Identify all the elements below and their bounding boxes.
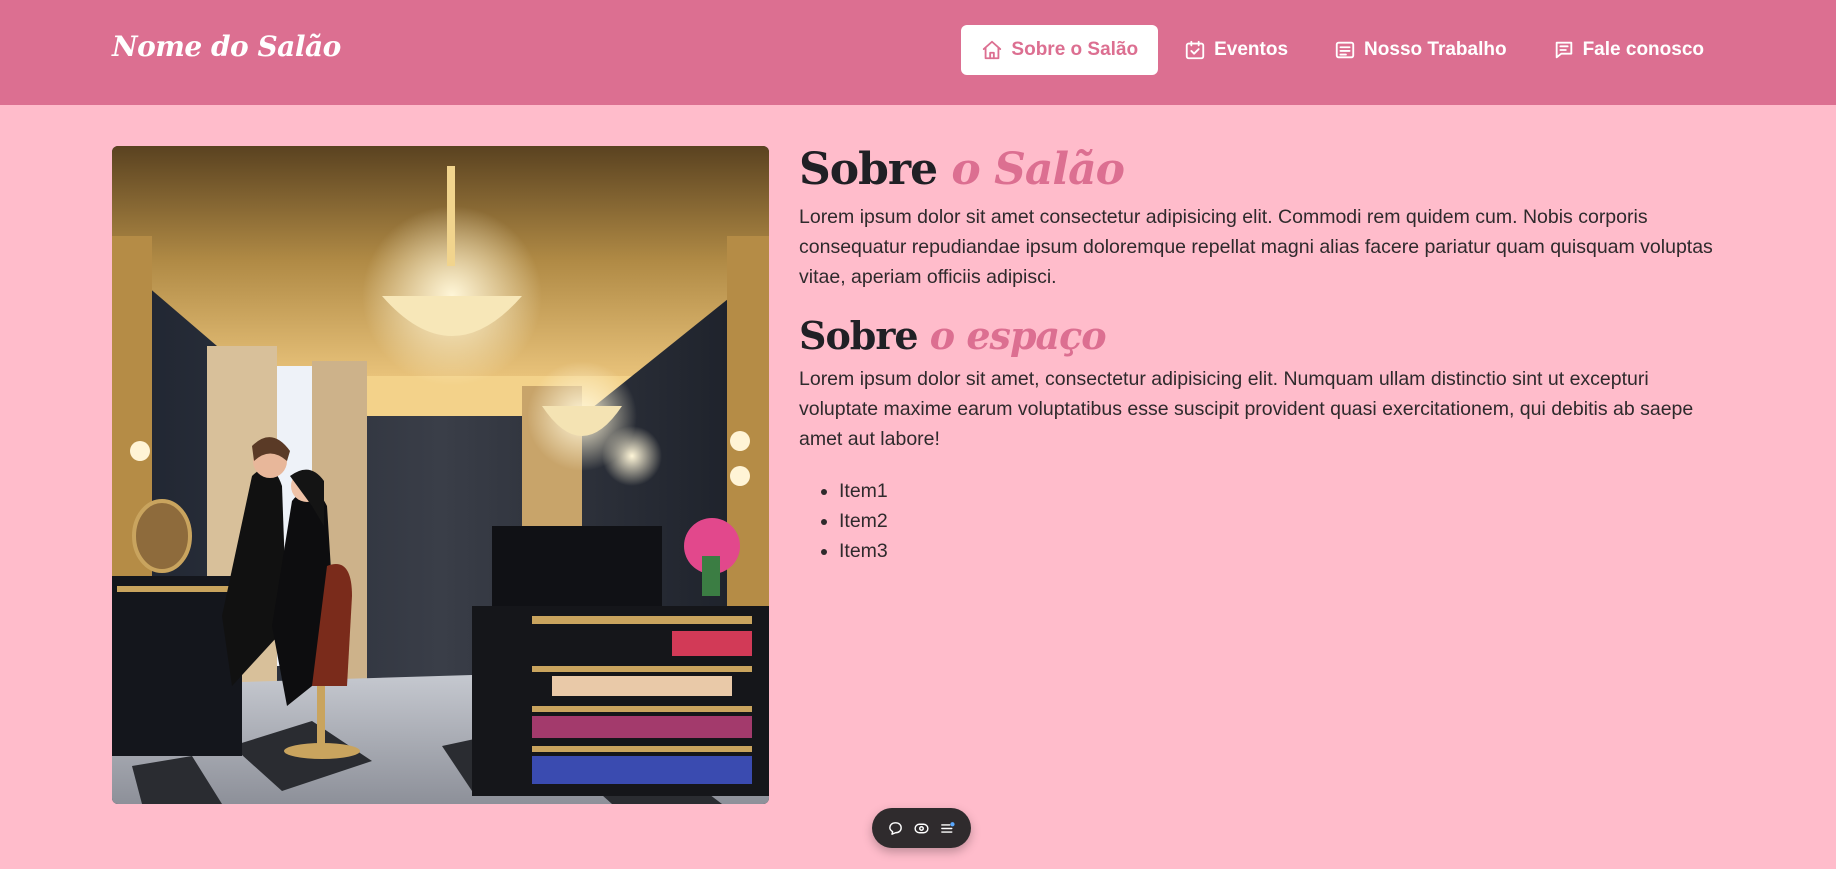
about-title-word: Sobre [799, 144, 938, 195]
list-item: Item3 [839, 536, 1724, 566]
nav-link-label: Nosso Trabalho [1364, 39, 1507, 60]
nav-link-sobre-o-salao[interactable]: Sobre o Salão [961, 25, 1159, 75]
nav-link-eventos[interactable]: Eventos [1164, 25, 1308, 75]
brand-logo[interactable]: Nome do Salão [112, 30, 341, 63]
list-item: Item2 [839, 506, 1724, 536]
space-title-accent: o espaço [929, 313, 1107, 358]
home-icon [983, 40, 1002, 60]
chat-lines-icon [1555, 41, 1572, 59]
menu-badge-icon[interactable] [939, 820, 956, 837]
about-text: Lorem ipsum dolor sit amet consectetur a… [799, 206, 1713, 288]
about-title-accent: o Salão [951, 144, 1125, 195]
main-content: Sobre o Salão Lorem ipsum dolor sit amet… [799, 142, 1724, 566]
eye-icon[interactable] [913, 820, 930, 837]
comment-icon[interactable] [887, 820, 904, 837]
navbar: Nome do Salão Sobre o Salão Eventos Noss… [0, 0, 1836, 105]
nav-link-label: Eventos [1214, 39, 1289, 60]
space-text: Lorem ipsum dolor sit amet, consectetur … [799, 368, 1694, 450]
nav-link-nosso-trabalho[interactable]: Nosso Trabalho [1314, 25, 1527, 75]
nav-link-label: Fale conosco [1582, 39, 1704, 60]
floating-toolbar [872, 808, 971, 848]
salon-photo [112, 146, 769, 804]
nav-link-fale-conosco[interactable]: Fale conosco [1533, 25, 1724, 75]
space-item-list: Item1 Item2 Item3 [839, 476, 1724, 566]
list-item: Item1 [839, 476, 1724, 506]
about-title: Sobre o Salão [799, 142, 1724, 198]
calendar-check-icon [1185, 40, 1205, 60]
nav-links: Sobre o Salão Eventos Nosso Trabalho Fal… [961, 25, 1724, 75]
nav-link-label: Sobre o Salão [1011, 39, 1139, 60]
space-title: Sobre o espaço [799, 312, 1724, 360]
list-box-icon [1335, 41, 1355, 59]
space-title-word: Sobre [799, 313, 919, 358]
